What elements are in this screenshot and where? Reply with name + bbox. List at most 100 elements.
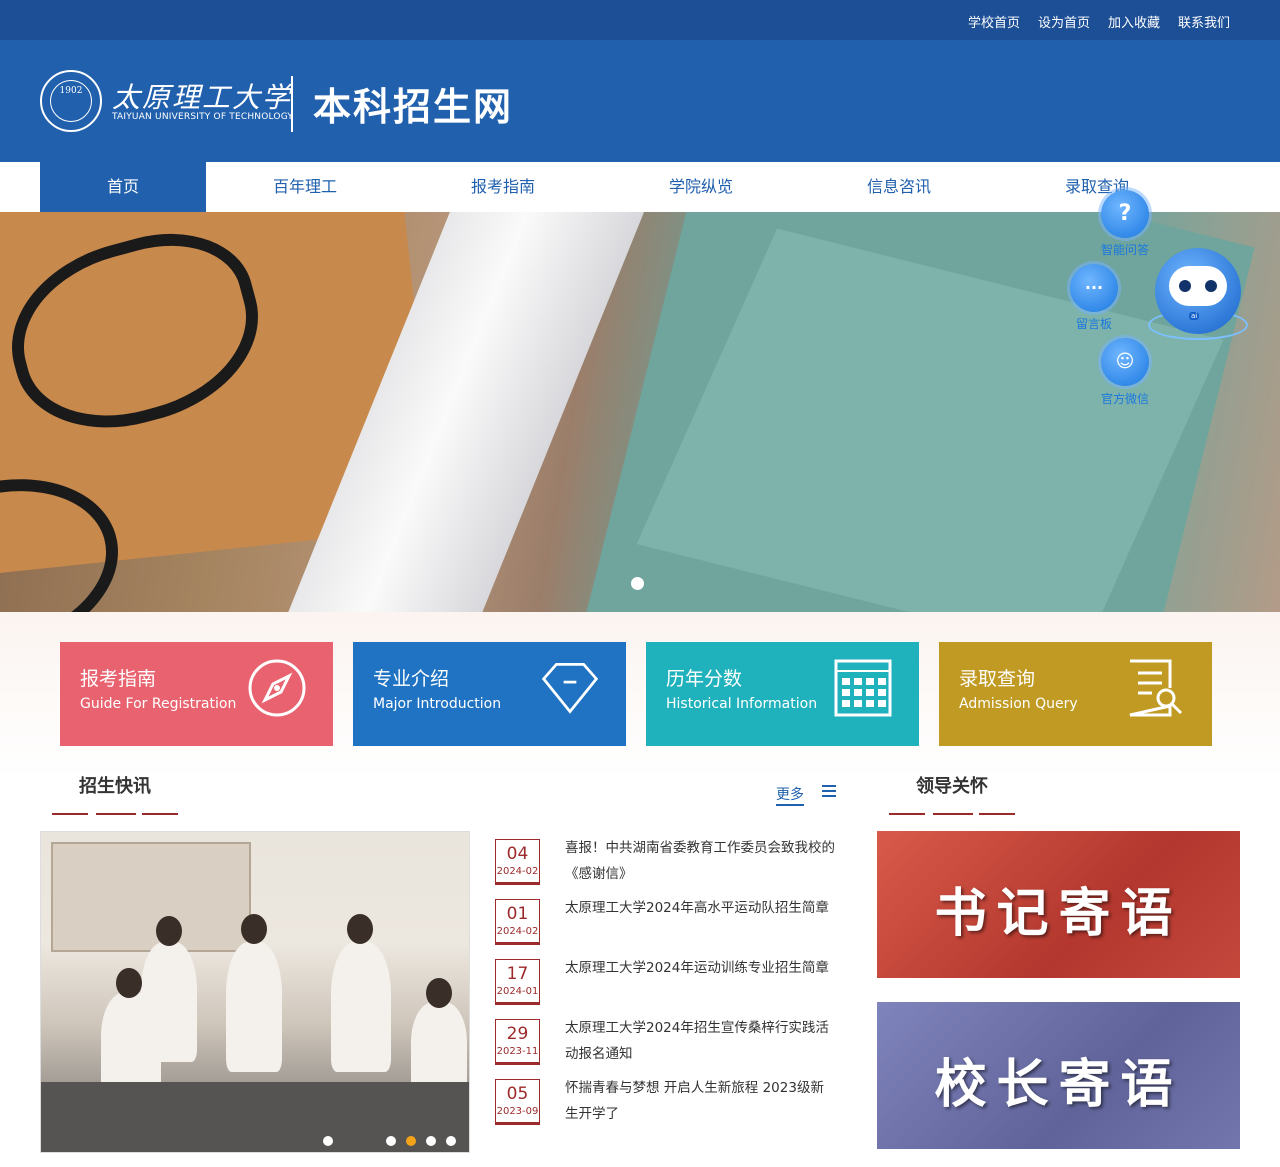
news-title[interactable]: 太原理工大学2024年招生宣传桑梓行实践活动报名通知 bbox=[565, 1015, 837, 1067]
news-day: 05 bbox=[506, 1084, 529, 1104]
tile-scores-cn: 历年分数 bbox=[666, 668, 743, 690]
robot-eye-right bbox=[1205, 280, 1217, 292]
tile-scores[interactable]: 历年分数 Historical Information bbox=[646, 642, 919, 746]
news-list-item[interactable]: 01 2024-02 太原理工大学2024年高水平运动队招生简章 bbox=[495, 895, 840, 955]
pager-dot[interactable] bbox=[386, 1136, 396, 1146]
news-year-month: 2024-02 bbox=[496, 866, 539, 877]
photo-person-head bbox=[241, 914, 267, 944]
tile-guide-en: Guide For Registration bbox=[80, 696, 237, 712]
tile-majors[interactable]: 专业介绍 Major Introduction bbox=[353, 642, 626, 746]
menu-lines-icon[interactable] bbox=[822, 785, 836, 800]
news-date: 04 2024-02 bbox=[495, 839, 540, 885]
photo-pager[interactable] bbox=[323, 1136, 333, 1146]
news-year-month: 2023-11 bbox=[496, 1046, 539, 1057]
news-list-item[interactable]: 29 2023-11 太原理工大学2024年招生宣传桑梓行实践活动报名通知 bbox=[495, 1015, 840, 1075]
pager-dot-active[interactable] bbox=[406, 1136, 416, 1146]
tile-guide[interactable]: 报考指南 Guide For Registration bbox=[60, 642, 333, 746]
diamond-icon bbox=[541, 663, 599, 714]
top-utility-bar: 学校首页 设为首页 加入收藏 联系我们 bbox=[0, 0, 1280, 40]
link-set-homepage[interactable]: 设为首页 bbox=[1038, 12, 1090, 31]
robot-eye-left bbox=[1179, 280, 1191, 292]
qa-help-icon[interactable]: ? bbox=[1101, 190, 1149, 238]
news-title[interactable]: 喜报！中共湖南省委教育工作委员会致我校的《感谢信》 bbox=[565, 835, 837, 887]
news-year-month: 2024-01 bbox=[496, 986, 539, 997]
news-title-underline-mid bbox=[96, 813, 136, 815]
tile-query-en: Admission Query bbox=[959, 696, 1078, 712]
tile-query-cn: 录取查询 bbox=[959, 668, 1036, 690]
president-message-card[interactable]: 校长寄语 bbox=[877, 1002, 1240, 1149]
link-add-favorite[interactable]: 加入收藏 bbox=[1108, 12, 1160, 31]
compass-icon bbox=[248, 659, 306, 717]
header-divider bbox=[291, 76, 293, 132]
leaders-section-title: 领导关怀 bbox=[916, 776, 988, 797]
wechat-icon[interactable]: ☺ bbox=[1101, 338, 1149, 386]
university-seal-logo[interactable]: 1902 bbox=[40, 70, 102, 132]
leaders-title-underline-mid bbox=[933, 813, 973, 815]
site-header: 1902 太原理工大学 TAIYUAN UNIVERSITY OF TECHNO… bbox=[0, 40, 1280, 162]
photo-shelf bbox=[51, 842, 251, 952]
photo-person-head bbox=[116, 968, 142, 998]
photo-pager-dots[interactable] bbox=[386, 1136, 456, 1146]
pager-dot[interactable] bbox=[426, 1136, 436, 1146]
news-list-item[interactable]: 04 2024-02 喜报！中共湖南省委教育工作委员会致我校的《感谢信》 bbox=[495, 835, 840, 895]
news-title-underline-left bbox=[52, 813, 88, 815]
tile-admission-query[interactable]: 录取查询 Admission Query bbox=[939, 642, 1212, 746]
banner-pager-dot[interactable] bbox=[631, 577, 644, 590]
news-year-month: 2024-02 bbox=[496, 926, 539, 937]
robot-face bbox=[1169, 266, 1227, 306]
secretary-message-label: 书记寄语 bbox=[934, 883, 1183, 944]
robot-badge: ai bbox=[1189, 312, 1200, 320]
leaders-title-underline-right bbox=[979, 813, 1015, 815]
nav-item-home[interactable]: 首页 bbox=[40, 162, 206, 212]
secretary-message-card[interactable]: 书记寄语 bbox=[877, 831, 1240, 978]
news-title[interactable]: 太原理工大学2024年运动训练专业招生简章 bbox=[565, 955, 837, 981]
news-title-underline-right bbox=[142, 813, 178, 815]
document-search-icon bbox=[1129, 659, 1183, 717]
pager-dot[interactable] bbox=[323, 1136, 333, 1146]
news-more-link[interactable]: 更多 bbox=[776, 784, 804, 806]
nav-item-century[interactable]: 百年理工 bbox=[206, 162, 404, 212]
news-section-title: 招生快讯 bbox=[79, 776, 151, 797]
photo-person bbox=[331, 942, 391, 1072]
tile-majors-cn: 专业介绍 bbox=[373, 668, 450, 690]
qa-label[interactable]: 智能问答 bbox=[1085, 241, 1165, 258]
news-day: 01 bbox=[506, 904, 529, 924]
news-date: 05 2023-09 bbox=[495, 1079, 540, 1125]
news-list-item[interactable]: 05 2023-09 怀揣青春与梦想 开启人生新旅程 2023级新生开学了 bbox=[495, 1075, 840, 1135]
university-name-en: TAIYUAN UNIVERSITY OF TECHNOLOGY bbox=[112, 112, 294, 122]
news-date: 17 2024-01 bbox=[495, 959, 540, 1005]
news-day: 04 bbox=[506, 844, 529, 864]
nav-item-guide[interactable]: 报考指南 bbox=[404, 162, 602, 212]
news-date: 29 2023-11 bbox=[495, 1019, 540, 1065]
nav-item-admission-query[interactable]: 录取查询 bbox=[998, 162, 1196, 212]
link-school-home[interactable]: 学校首页 bbox=[968, 12, 1020, 31]
tile-scores-en: Historical Information bbox=[666, 696, 818, 712]
news-title[interactable]: 怀揣青春与梦想 开启人生新旅程 2023级新生开学了 bbox=[565, 1075, 837, 1127]
university-name-cn: 太原理工大学 bbox=[112, 81, 293, 114]
news-day: 29 bbox=[506, 1024, 529, 1044]
news-date: 01 2024-02 bbox=[495, 899, 540, 945]
news-day: 17 bbox=[506, 964, 529, 984]
nav-item-colleges[interactable]: 学院纵览 bbox=[602, 162, 800, 212]
news-title[interactable]: 太原理工大学2024年高水平运动队招生简章 bbox=[565, 895, 837, 921]
photo-person-head bbox=[156, 916, 182, 946]
link-contact-us[interactable]: 联系我们 bbox=[1178, 12, 1230, 31]
utility-links: 学校首页 设为首页 加入收藏 联系我们 bbox=[968, 12, 1230, 31]
news-year-month: 2023-09 bbox=[496, 1106, 539, 1117]
news-list-item[interactable]: 17 2024-01 太原理工大学2024年运动训练专业招生简章 bbox=[495, 955, 840, 1015]
photo-person-head bbox=[347, 914, 373, 944]
leaders-title-underline-left bbox=[889, 813, 925, 815]
message-board-label[interactable]: 留言板 bbox=[1054, 315, 1134, 332]
message-board-icon[interactable]: ··· bbox=[1070, 264, 1118, 312]
tile-majors-en: Major Introduction bbox=[373, 696, 502, 712]
photo-person bbox=[226, 942, 282, 1072]
photo-person-head bbox=[426, 978, 452, 1008]
news-photo-carousel[interactable] bbox=[40, 831, 470, 1153]
pager-dot[interactable] bbox=[446, 1136, 456, 1146]
president-message-label: 校长寄语 bbox=[934, 1054, 1183, 1115]
site-title: 本科招生网 bbox=[313, 85, 514, 129]
wechat-label[interactable]: 官方微信 bbox=[1085, 390, 1165, 407]
robot-assistant-icon[interactable]: ai bbox=[1155, 248, 1241, 334]
calendar-icon bbox=[834, 659, 892, 717]
nav-item-news[interactable]: 信息咨讯 bbox=[800, 162, 998, 212]
